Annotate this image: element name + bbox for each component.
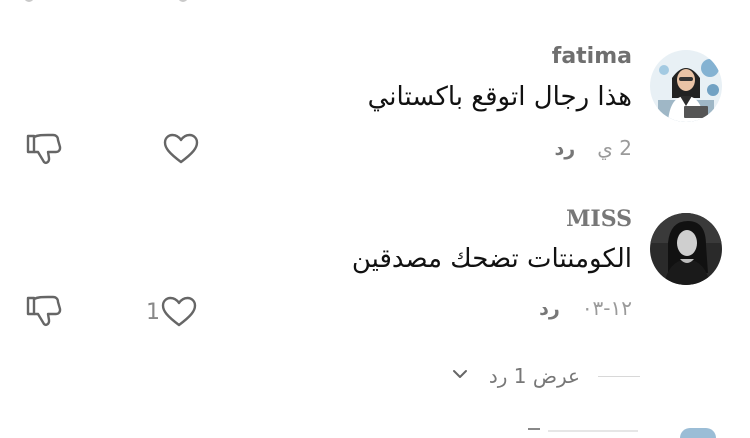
like-count: 1 <box>146 299 160 325</box>
thumbs-down-icon <box>26 295 62 326</box>
fragment-icon <box>24 0 34 2</box>
fragment-divider <box>548 430 638 432</box>
comment-username[interactable]: fatima <box>552 44 632 69</box>
comment-text: الكومنتات تضحك مصدقين <box>351 244 632 274</box>
like-button[interactable] <box>163 133 199 165</box>
thumbs-down-icon <box>26 133 62 164</box>
avatar-image <box>650 213 722 285</box>
view-replies-label: عرض 1 رد <box>488 364 580 388</box>
comment-text: هذا رجال اتوقع باكستاني <box>367 82 632 112</box>
like-button[interactable]: 1 <box>146 296 197 328</box>
divider-line <box>598 376 640 377</box>
previous-comment-fragment <box>0 0 750 6</box>
comment-meta: 2 ي رد <box>555 136 632 160</box>
comment-time: ١٢-٠٣ <box>581 296 632 320</box>
avatar[interactable] <box>650 50 722 122</box>
reply-button[interactable]: رد <box>555 138 576 160</box>
fragment-avatar <box>680 428 716 438</box>
chevron-down-icon <box>453 370 467 378</box>
fragment-icon <box>178 0 188 2</box>
avatar[interactable] <box>650 213 722 285</box>
comment-username[interactable]: MISS <box>566 206 632 232</box>
comment-time: 2 ي <box>597 136 632 160</box>
comment-meta: ١٢-٠٣ رد <box>539 296 632 320</box>
reply-button[interactable]: رد <box>539 298 560 320</box>
heart-icon <box>161 296 197 327</box>
view-replies-button[interactable]: عرض 1 رد <box>0 362 750 392</box>
dislike-button[interactable] <box>24 294 62 328</box>
fragment-text <box>528 428 540 430</box>
avatar-image <box>650 50 722 122</box>
heart-icon <box>163 133 199 164</box>
dislike-button[interactable] <box>24 132 62 166</box>
